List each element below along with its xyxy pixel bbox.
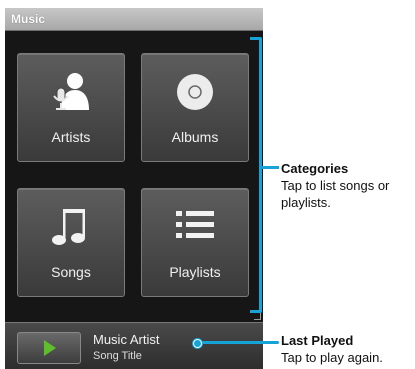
categories-callout-body: Tap to list songs or playlists. bbox=[281, 178, 390, 210]
playlists-tile[interactable]: Playlists bbox=[141, 188, 249, 297]
last-played-artist: Music Artist bbox=[93, 332, 160, 347]
songs-label: Songs bbox=[51, 264, 91, 280]
artist-icon bbox=[49, 72, 93, 112]
artists-tile[interactable]: Artists bbox=[17, 53, 125, 162]
last-played-callout: Last Played Tap to play again. bbox=[281, 332, 413, 366]
playlist-icon bbox=[174, 207, 216, 243]
last-played-leader-dot bbox=[193, 339, 202, 348]
categories-bracket bbox=[250, 37, 262, 313]
last-played-leader-line bbox=[196, 341, 279, 344]
manual-illustration: Music Artists Albums Songs Playlists Mus… bbox=[0, 0, 415, 369]
categories-callout-title: Categories bbox=[281, 161, 349, 176]
last-played-bar[interactable]: Music Artist Song Title bbox=[5, 322, 263, 369]
phone-screen: Music Artists Albums Songs Playlists Mus… bbox=[5, 8, 263, 369]
music-note-icon bbox=[51, 207, 91, 249]
corner-grip bbox=[254, 313, 261, 320]
album-disc-icon bbox=[175, 72, 215, 112]
categories-callout: Categories Tap to list songs or playlist… bbox=[281, 160, 413, 211]
playlists-label: Playlists bbox=[169, 264, 221, 280]
title-bar: Music bbox=[5, 8, 263, 31]
songs-tile[interactable]: Songs bbox=[17, 188, 125, 297]
artists-label: Artists bbox=[51, 129, 91, 145]
app-title: Music bbox=[11, 12, 46, 26]
albums-label: Albums bbox=[171, 129, 219, 145]
last-played-callout-body: Tap to play again. bbox=[281, 350, 383, 365]
play-button[interactable] bbox=[17, 332, 81, 364]
last-played-song: Song Title bbox=[93, 350, 142, 362]
categories-leader-line bbox=[262, 166, 279, 169]
albums-tile[interactable]: Albums bbox=[141, 53, 249, 162]
play-icon bbox=[44, 340, 56, 356]
category-grid: Artists Albums Songs Playlists bbox=[5, 31, 263, 322]
last-played-callout-title: Last Played bbox=[281, 333, 354, 348]
